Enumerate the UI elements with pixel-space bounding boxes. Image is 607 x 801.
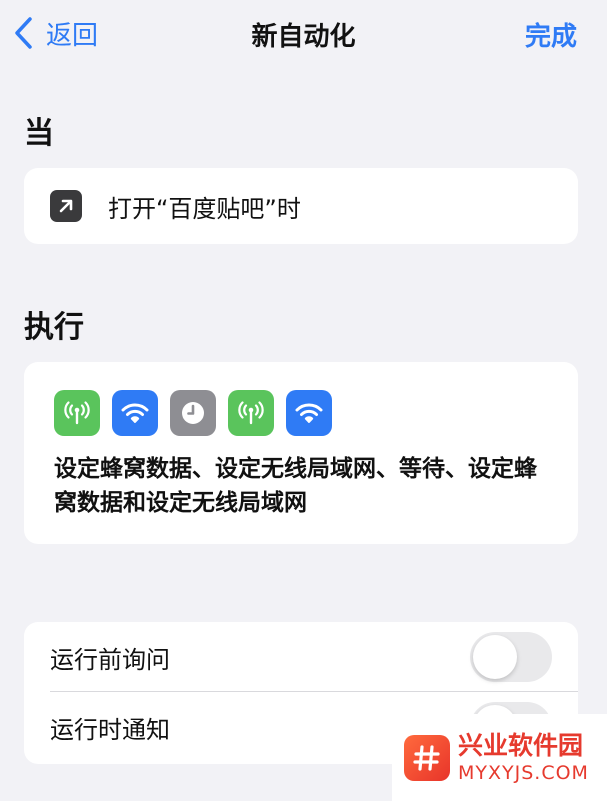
done-button[interactable]: 完成	[525, 16, 577, 53]
watermark: 兴业软件园 MYXYJS.COM	[392, 714, 607, 801]
trigger-card[interactable]: 打开“百度贴吧”时	[24, 168, 578, 244]
toggle-knob	[473, 635, 517, 679]
arrow-up-right-icon	[50, 190, 82, 222]
watermark-url: MYXYJS.COM	[458, 761, 589, 784]
ask-before-running-label: 运行前询问	[50, 645, 170, 674]
actions-summary: 设定蜂窝数据、设定无线局域网、等待、设定蜂窝数据和设定无线局域网	[54, 456, 537, 516]
watermark-text: 兴业软件园 MYXYJS.COM	[458, 731, 589, 785]
trigger-text: 打开“百度贴吧”时	[108, 194, 301, 223]
navigation-bar: 返回 新自动化 完成	[0, 0, 607, 66]
wifi-icon	[286, 390, 332, 436]
cellular-icon	[228, 390, 274, 436]
watermark-name: 兴业软件园	[458, 730, 584, 760]
do-section-title: 执行	[24, 310, 84, 345]
cellular-icon	[54, 390, 100, 436]
wifi-icon	[112, 390, 158, 436]
ask-before-running-row: 运行前询问	[24, 622, 578, 692]
clock-icon	[170, 390, 216, 436]
screen: 返回 新自动化 完成 当 打开“百度贴吧”时 执行 设定蜂窝数据、设定无线局域网…	[0, 0, 607, 801]
when-section-title: 当	[24, 116, 54, 151]
hash-logo-icon	[404, 734, 450, 781]
action-icons	[54, 390, 550, 436]
ask-before-running-toggle[interactable]	[470, 632, 552, 682]
page-title: 新自动化	[251, 22, 356, 52]
actions-card[interactable]: 设定蜂窝数据、设定无线局域网、等待、设定蜂窝数据和设定无线局域网	[24, 362, 578, 544]
notify-when-run-label: 运行时通知	[50, 715, 170, 744]
